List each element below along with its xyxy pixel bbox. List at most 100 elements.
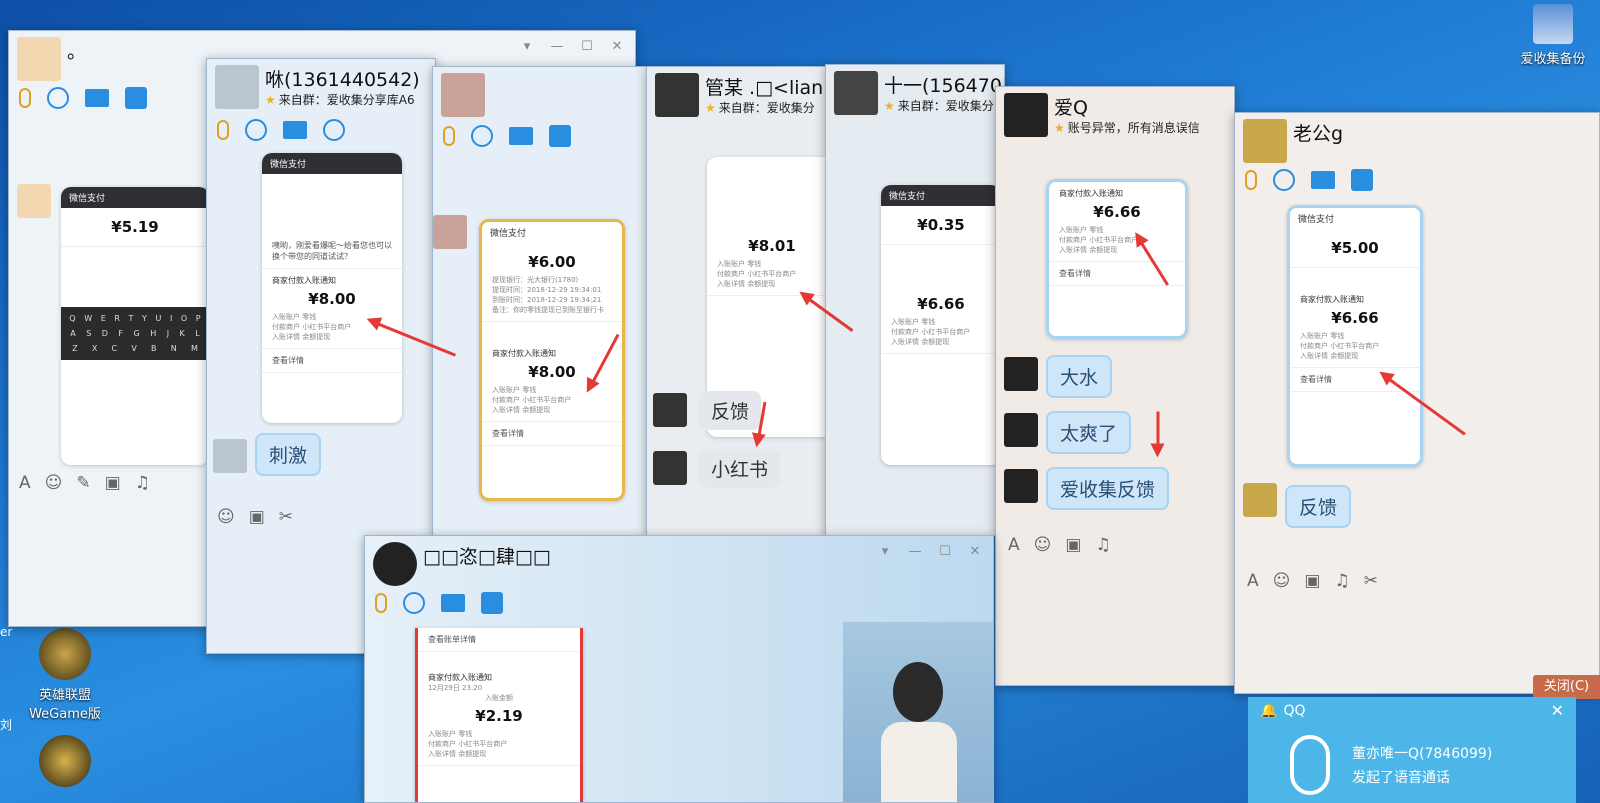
payment-card: ¥6.66 入账账户 零钱 付款商户 小红书平台商户 入账详情 余额提现 bbox=[881, 285, 1001, 354]
avatar bbox=[655, 73, 699, 117]
screen-share-icon[interactable] bbox=[1351, 169, 1373, 191]
font-icon[interactable]: A bbox=[1247, 571, 1259, 591]
image-icon[interactable]: ▣ bbox=[1065, 535, 1081, 555]
close-button[interactable]: 关闭(C) bbox=[1533, 675, 1600, 699]
chat-bubble: 小红书 bbox=[699, 449, 781, 488]
avatar bbox=[1004, 93, 1048, 137]
chat-window[interactable]: 老公g 微信支付 ¥5.00 商家付款入账通知 ¥6.66 入账账户 零钱 付款… bbox=[1234, 112, 1600, 694]
video-icon[interactable] bbox=[1273, 169, 1295, 191]
card-row: 入账账户 零钱 bbox=[428, 730, 473, 738]
minimize-icon[interactable]: — bbox=[549, 39, 565, 54]
voice-icon[interactable] bbox=[19, 88, 31, 108]
screen-share-icon[interactable] bbox=[481, 592, 503, 614]
screenshot-image: 微信支付 咦哟，刚爱看爆呢～给看您也可以换个带您的同道试试？ 商家付款入账通知 … bbox=[262, 153, 402, 423]
payment-card: ¥5.19 bbox=[61, 208, 209, 247]
toolbar bbox=[443, 125, 571, 147]
card-row: 入账账户 零钱 bbox=[891, 318, 936, 326]
app-icon[interactable] bbox=[323, 119, 345, 141]
video-icon[interactable] bbox=[403, 592, 425, 614]
file-transfer-icon[interactable] bbox=[85, 89, 109, 107]
font-icon[interactable]: A bbox=[1008, 535, 1020, 555]
card-amount: ¥5.19 bbox=[111, 218, 159, 236]
video-icon[interactable] bbox=[47, 87, 69, 109]
maximize-icon[interactable]: ☐ bbox=[937, 544, 953, 559]
notification-app: QQ bbox=[1283, 703, 1306, 719]
emoji-icon[interactable]: ☺ bbox=[1273, 571, 1291, 591]
window-title: 十一(1564703660) bbox=[884, 75, 1004, 97]
screen-share-icon[interactable] bbox=[125, 87, 147, 109]
close-icon[interactable]: ✕ bbox=[609, 39, 625, 54]
chevron-down-icon[interactable]: ▾ bbox=[519, 39, 535, 54]
file-transfer-icon[interactable] bbox=[283, 121, 307, 139]
scissors-icon[interactable]: ✂ bbox=[279, 507, 293, 527]
window-subtitle: ★ 来自群：爱收集分 bbox=[705, 101, 815, 115]
desktop-icon-lol-alt[interactable] bbox=[20, 735, 110, 791]
scissors-icon[interactable]: ✂ bbox=[1364, 571, 1378, 591]
window-title: 爱Q bbox=[1054, 97, 1088, 119]
emoji-icon[interactable]: ☺ bbox=[1034, 535, 1052, 555]
music-icon[interactable]: ♫ bbox=[1095, 535, 1110, 555]
payment-card: 商家付款入账通知 12月29日 23:20 入账金额 ¥2.19 入账账户 零钱… bbox=[418, 666, 580, 766]
voice-icon[interactable] bbox=[443, 126, 455, 146]
card-row: 入账账户 零钱 bbox=[1059, 226, 1104, 234]
file-transfer-icon[interactable] bbox=[1311, 171, 1335, 189]
minimize-icon[interactable]: — bbox=[907, 544, 923, 559]
star-icon: ★ bbox=[265, 93, 276, 107]
chat-window[interactable]: 管某 .□<lian ★ 来自群：爱收集分 ¥8.01 入账账户 零钱 付款商户 … bbox=[646, 66, 826, 536]
call-notification[interactable]: 🔔 QQ ✕ 董亦唯一Q(7846099) 发起了语音通话 bbox=[1248, 697, 1576, 803]
poke-icon[interactable]: ✎ bbox=[76, 473, 90, 493]
format-toolbar: A ☺ ✎ ▣ ♫ bbox=[19, 473, 150, 493]
card-row: 入账详情 余额提现 bbox=[492, 406, 551, 414]
emoji-icon[interactable]: ☺ bbox=[45, 473, 63, 493]
image-icon[interactable]: ▣ bbox=[1304, 571, 1320, 591]
voice-icon[interactable] bbox=[217, 120, 229, 140]
screen-share-icon[interactable] bbox=[549, 125, 571, 147]
call-message: 发起了语音通话 bbox=[1352, 770, 1450, 786]
card-row: 入账详情 余额提现 bbox=[891, 338, 950, 346]
avatar bbox=[215, 65, 259, 109]
screenshot-image: 查看账单详情 商家付款入账通知 12月29日 23:20 入账金额 ¥2.19 … bbox=[415, 628, 583, 802]
card-amount: ¥8.00 bbox=[308, 290, 356, 308]
image-icon[interactable]: ▣ bbox=[249, 507, 265, 527]
close-icon[interactable]: ✕ bbox=[967, 544, 983, 559]
avatar bbox=[834, 71, 878, 115]
music-icon[interactable]: ♫ bbox=[1334, 571, 1349, 591]
withdraw-card: ¥6.00 提现银行：光大银行(1780) 提现时间：2018-12-29 19… bbox=[482, 243, 622, 322]
avatar bbox=[653, 451, 687, 485]
card-amount: ¥6.66 bbox=[1093, 203, 1141, 221]
maximize-icon[interactable]: ☐ bbox=[579, 39, 595, 54]
video-icon[interactable] bbox=[471, 125, 493, 147]
avatar bbox=[213, 439, 247, 473]
video-icon[interactable] bbox=[245, 119, 267, 141]
card-footer: 查看账单详情 bbox=[418, 628, 580, 652]
lol-icon bbox=[39, 628, 91, 680]
window-title: □□恣□肆□□ bbox=[423, 546, 551, 568]
chevron-down-icon[interactable]: ▾ bbox=[877, 544, 893, 559]
image-icon[interactable]: ▣ bbox=[105, 473, 121, 493]
window-subtitle: ★ 来自群：爱收集分 bbox=[884, 99, 994, 113]
voice-icon[interactable] bbox=[1245, 170, 1257, 190]
card-row: 入账账户 零钱 bbox=[1300, 332, 1345, 340]
avatar bbox=[1004, 357, 1038, 391]
voice-icon[interactable] bbox=[375, 593, 387, 613]
file-transfer-icon[interactable] bbox=[441, 594, 465, 612]
desktop-icon-backup[interactable]: 爱收集备份 bbox=[1508, 4, 1598, 67]
font-icon[interactable]: A bbox=[19, 473, 31, 493]
chat-bubble: 大水 bbox=[1046, 355, 1113, 398]
payment-card: 商家付款入账通知 ¥6.66 入账账户 零钱 付款商户 小红书平台商户 入账详情… bbox=[1049, 182, 1185, 262]
chat-window[interactable]: □□恣□肆□□ ▾ — ☐ ✕ 查看账单详情 商家付款入账通知 12月29日 2… bbox=[364, 535, 994, 803]
window-title: 管某 .□<lian bbox=[705, 77, 824, 99]
file-transfer-icon[interactable] bbox=[509, 127, 533, 145]
card-row: 入账详情 余额提现 bbox=[428, 750, 487, 758]
chat-snippet: 咦哟，刚爱看爆呢～给看您也可以换个带您的同道试试？ bbox=[262, 234, 402, 269]
emoji-icon[interactable]: ☺ bbox=[217, 507, 235, 527]
chat-window[interactable]: 十一(1564703660) ★来自群：爱收集分 微信支付 ¥0.35 ¥6.6… bbox=[825, 64, 1005, 536]
music-icon[interactable]: ♫ bbox=[135, 473, 150, 493]
close-icon[interactable]: ✕ bbox=[1551, 701, 1564, 720]
chat-window[interactable]: 微信支付 ¥6.00 提现银行：光大银行(1780) 提现时间：2018-12-… bbox=[432, 66, 647, 536]
window-title: 老公g bbox=[1293, 123, 1344, 145]
chat-bubble: 刺激 bbox=[255, 433, 322, 476]
desktop-icon-lol[interactable]: 英雄联盟 WeGame版 bbox=[20, 628, 110, 722]
chat-window[interactable]: 爱Q ★ 账号异常，所有消息误信 商家付款入账通知 ¥6.66 入账账户 零钱 付… bbox=[995, 86, 1235, 686]
payment-card: ¥0.35 bbox=[881, 206, 1001, 245]
